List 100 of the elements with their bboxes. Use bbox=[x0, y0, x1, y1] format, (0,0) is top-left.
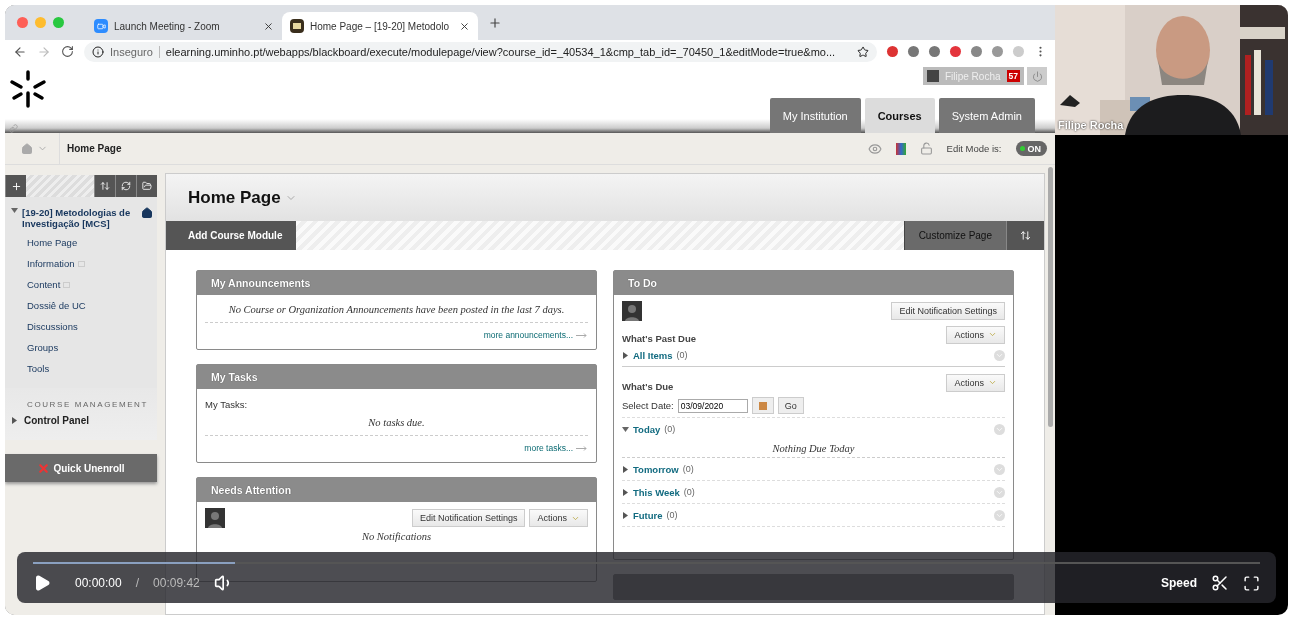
course-menu-item[interactable]: Tools bbox=[5, 361, 157, 376]
course-menu-item[interactable]: Discussions bbox=[5, 319, 157, 334]
reorder-button[interactable] bbox=[1006, 221, 1044, 250]
breadcrumb-title: Home Page bbox=[67, 143, 123, 154]
add-menu-item-button[interactable] bbox=[5, 175, 26, 197]
close-icon[interactable] bbox=[459, 20, 470, 32]
extension-icon[interactable] bbox=[971, 46, 982, 57]
close-window-button[interactable] bbox=[17, 17, 28, 28]
empty-message: No Course or Organization Announcements have been posted in the last 7 days. bbox=[227, 303, 566, 317]
page-title: Home Page bbox=[188, 187, 281, 208]
student-preview-icon[interactable] bbox=[867, 141, 882, 156]
palette-icon[interactable] bbox=[895, 142, 906, 155]
fullscreen-icon[interactable] bbox=[1243, 574, 1260, 592]
participant-name: Filipe Rocha bbox=[1058, 119, 1124, 131]
tab-favicon-icon bbox=[290, 19, 304, 33]
course-menu-item[interactable]: Home Page bbox=[5, 235, 157, 250]
extension-icon[interactable] bbox=[908, 46, 919, 57]
nav-tab[interactable]: System Admin bbox=[938, 98, 1035, 133]
time-separator: / bbox=[135, 576, 140, 590]
course-menu-item[interactable]: Content bbox=[5, 277, 157, 292]
collapsed-caret-icon[interactable] bbox=[622, 351, 629, 359]
duration: 00:09:42 bbox=[153, 576, 200, 590]
group-link[interactable]: This Week bbox=[633, 486, 680, 498]
back-icon[interactable] bbox=[13, 44, 27, 59]
item-count: (0) bbox=[676, 350, 689, 360]
group-link[interactable]: Tomorrow bbox=[633, 463, 679, 475]
plus-icon bbox=[10, 180, 22, 192]
play-icon[interactable] bbox=[33, 574, 51, 592]
speed-button[interactable]: Speed bbox=[1161, 576, 1197, 590]
expanded-caret-icon[interactable] bbox=[622, 425, 629, 433]
scissors-icon[interactable] bbox=[1211, 574, 1229, 592]
group-link[interactable]: Future bbox=[633, 509, 663, 521]
new-tab-icon[interactable] bbox=[488, 15, 502, 30]
refresh-button[interactable] bbox=[115, 175, 136, 197]
section-heading: What's Past Due bbox=[622, 333, 697, 344]
browser-tab[interactable]: Launch Meeting - Zoom bbox=[86, 12, 282, 40]
extension-icon[interactable] bbox=[950, 46, 961, 57]
lock-icon[interactable] bbox=[919, 142, 933, 155]
chevron-down-icon bbox=[988, 378, 997, 387]
module-title: My Announcements bbox=[197, 271, 596, 295]
forward-icon[interactable] bbox=[37, 44, 51, 59]
edit-notification-settings-button[interactable]: Edit Notification Settings bbox=[411, 509, 526, 527]
date-field[interactable]: 03/09/2020 bbox=[677, 398, 748, 413]
customize-page-button[interactable]: Customize Page bbox=[903, 221, 1006, 250]
go-button[interactable]: Go bbox=[777, 397, 804, 414]
quick-unenroll-button[interactable]: Quick Unenroll bbox=[5, 454, 157, 482]
scrollbar[interactable] bbox=[1048, 167, 1053, 427]
course-menu-item[interactable]: Groups bbox=[5, 340, 157, 355]
tab-favicon-icon bbox=[94, 19, 108, 33]
more-link[interactable]: more announcements... bbox=[481, 327, 575, 343]
actions-button[interactable]: Actions bbox=[946, 325, 1005, 344]
university-logo bbox=[9, 69, 47, 109]
link-icon bbox=[9, 124, 18, 133]
add-course-module-button[interactable]: Add Course Module bbox=[166, 221, 297, 250]
empty-message: No tasks due. bbox=[367, 416, 426, 430]
refresh-icon bbox=[121, 181, 131, 191]
control-panel-item[interactable]: Control Panel bbox=[5, 415, 157, 426]
nav-tab[interactable]: My Institution bbox=[769, 98, 861, 133]
arrow-icon bbox=[576, 445, 588, 451]
chevron-down-icon bbox=[988, 330, 997, 339]
power-icon bbox=[1031, 70, 1043, 82]
empty-message: Nothing Due Today bbox=[771, 442, 856, 456]
group-link[interactable]: All Items bbox=[633, 349, 673, 361]
actions-button[interactable]: Actions bbox=[529, 509, 588, 527]
collapsed-caret-icon[interactable] bbox=[622, 511, 629, 519]
empty-message: No Notifications bbox=[360, 530, 433, 544]
home-icon[interactable] bbox=[21, 142, 33, 155]
close-icon[interactable] bbox=[263, 20, 274, 32]
address-bar[interactable]: Inseguro elearning.uminho.pt/webapps/blackboard/execute/modulepage/view?course_id=_40534_1&cmp_tab_id=_70450_1&editMode=true&mo... bbox=[84, 41, 877, 62]
date-label: Select Date: bbox=[622, 399, 674, 413]
calendar-button[interactable] bbox=[751, 397, 774, 414]
collapsed-caret-icon[interactable] bbox=[11, 417, 18, 424]
group-link[interactable]: Today bbox=[633, 423, 661, 435]
actions-button[interactable]: Actions bbox=[946, 373, 1005, 392]
folder-view-button[interactable] bbox=[136, 175, 157, 197]
reorder-button[interactable] bbox=[94, 175, 115, 197]
nav-tab[interactable]: Courses bbox=[864, 98, 935, 133]
item-count: (0) bbox=[666, 510, 679, 520]
more-link[interactable]: more tasks... bbox=[522, 440, 575, 456]
edit-notification-settings-button[interactable]: Edit Notification Settings bbox=[891, 302, 1005, 320]
tasks-label: My Tasks: bbox=[205, 398, 249, 412]
expanded-caret-icon[interactable] bbox=[11, 207, 18, 214]
logout-button[interactable] bbox=[1027, 67, 1047, 85]
browser-tab[interactable]: Home Page – [19-20] Metodolo bbox=[282, 12, 478, 40]
home-icon bbox=[141, 207, 153, 219]
course-menu-item[interactable]: Dossiê de UC bbox=[5, 298, 157, 313]
course-menu-item[interactable]: Information bbox=[5, 256, 157, 271]
item-count: (0) bbox=[682, 464, 695, 474]
extension-icon[interactable] bbox=[929, 46, 940, 57]
extension-icon[interactable] bbox=[887, 46, 898, 57]
folder-icon bbox=[142, 181, 152, 191]
course-title[interactable]: [19-20] Metodologias de Investigação [MCS] bbox=[22, 207, 137, 229]
collapsed-caret-icon[interactable] bbox=[622, 465, 629, 473]
x-icon bbox=[37, 461, 51, 475]
module-title: To Do bbox=[614, 271, 1013, 295]
collapsed-caret-icon[interactable] bbox=[622, 488, 629, 496]
current-time: 00:00:00 bbox=[75, 576, 122, 590]
edit-mode-toggle[interactable]: ON bbox=[1015, 141, 1047, 156]
extension-icon[interactable] bbox=[992, 46, 1003, 57]
reload-icon[interactable] bbox=[61, 45, 74, 58]
